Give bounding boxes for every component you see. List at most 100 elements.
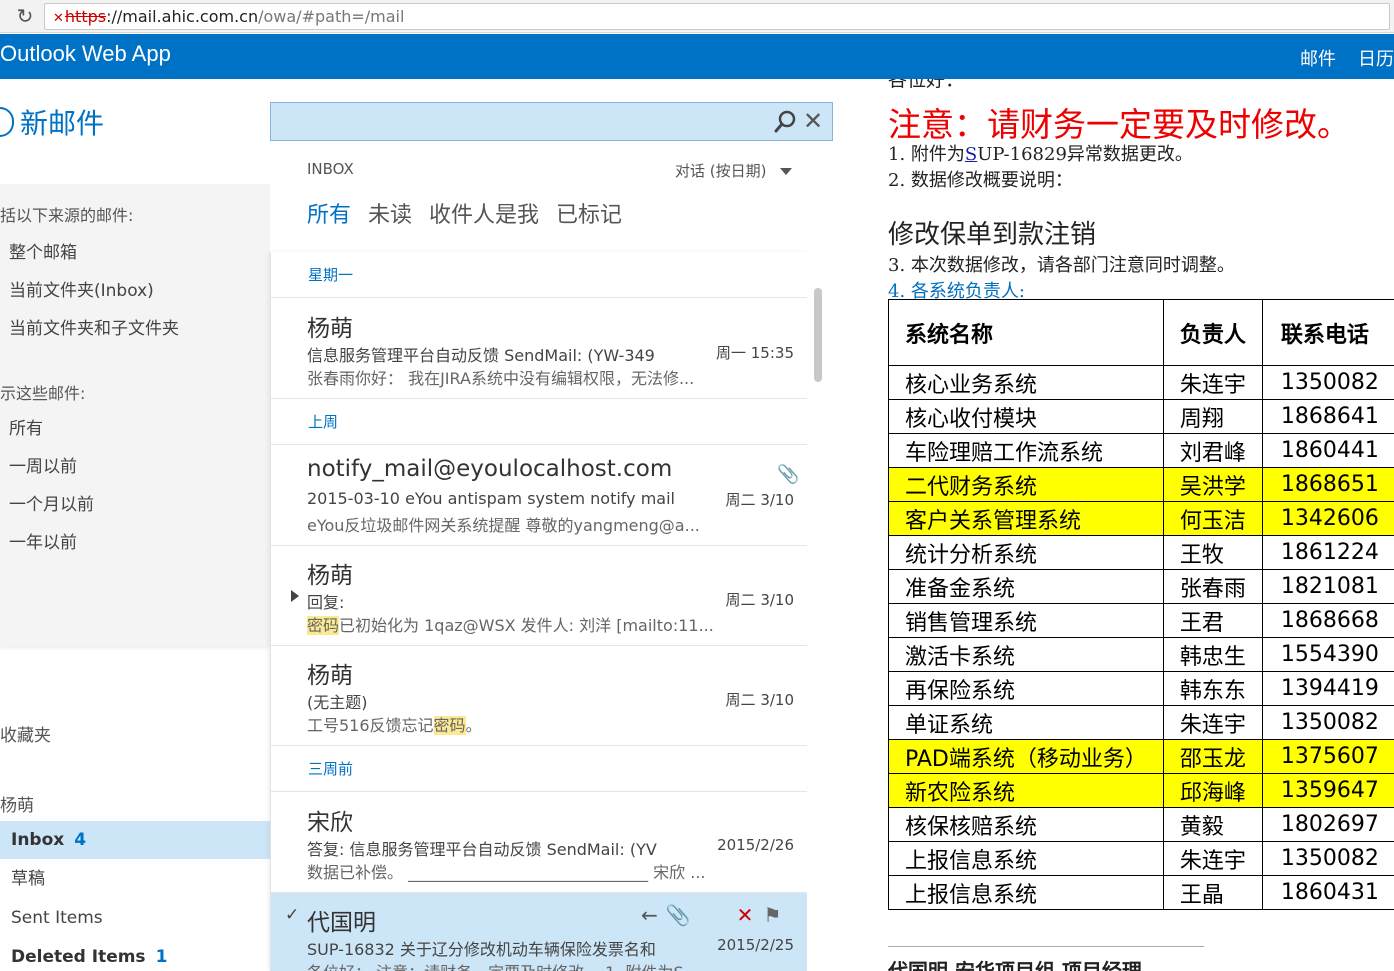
message-sender: 宋欣 xyxy=(307,810,353,836)
owner-cell: 周翔 xyxy=(1162,399,1263,434)
table-row: PAD端系统（移动业务） 邵玉龙 1375607 xyxy=(888,739,1394,774)
phone-cell: 1868668 xyxy=(1261,603,1394,638)
url-scheme: https xyxy=(64,7,107,26)
message-actions: ← 📎 ✕ ⚑ xyxy=(641,903,781,927)
tab-unread[interactable]: 未读 xyxy=(368,203,412,228)
system-name-cell: 客户关系管理系统 xyxy=(888,501,1164,536)
message-subject: 回复: xyxy=(307,593,345,612)
message-item[interactable]: 杨萌 信息服务管理平台自动反馈 SendMail: (YW-349 周一 15:… xyxy=(271,299,807,399)
message-subject: (无主题) xyxy=(307,693,368,712)
reply-icon[interactable]: ← xyxy=(641,903,658,927)
filter-show-heading: 示这些邮件: xyxy=(0,384,86,403)
insecure-icon: ✕ xyxy=(53,11,64,26)
address-bar[interactable]: ✕https://mail.ahic.com.cn/owa/#path=/mai… xyxy=(44,3,1390,30)
phone-cell: 1861224 xyxy=(1261,535,1394,570)
section-heading: 修改保单到款注销 xyxy=(888,220,1097,250)
expand-conversation-icon[interactable] xyxy=(291,590,299,602)
nav-calendar[interactable]: 日历 xyxy=(1358,49,1394,70)
view-filter-tabs: 所有 未读 收件人是我 已标记 xyxy=(307,197,639,229)
current-folder-label: INBOX xyxy=(307,160,354,178)
message-date: 周二 3/10 xyxy=(725,591,794,609)
group-header: 上周 xyxy=(271,399,807,445)
folder-label: 草稿 xyxy=(11,869,45,889)
system-name-cell: 销售管理系统 xyxy=(888,603,1164,638)
filter-time-all[interactable]: 所有 xyxy=(9,414,43,439)
nav-mail[interactable]: 邮件 xyxy=(1300,49,1336,70)
filter-time-week[interactable]: 一周以前 xyxy=(9,452,77,477)
owner-cell: 张春雨 xyxy=(1162,569,1263,604)
message-sender: 代国明 xyxy=(307,910,376,936)
mailbox-owner[interactable]: 杨萌 xyxy=(0,791,34,816)
paperclip-icon: 📎 xyxy=(665,903,691,927)
greeting-text: 各位好： xyxy=(888,79,965,91)
search-input[interactable]: ✕ xyxy=(270,102,833,141)
new-mail-label: 新邮件 xyxy=(20,107,105,140)
phone-cell: 1860441 xyxy=(1261,433,1394,468)
tab-flagged[interactable]: 已标记 xyxy=(556,203,622,228)
filter-entire-mailbox[interactable]: 整个邮箱 xyxy=(9,238,77,263)
message-subject: 2015-03-10 eYou antispam system notify m… xyxy=(307,489,675,508)
filter-folder-and-subfolders[interactable]: 当前文件夹和子文件夹 xyxy=(9,314,179,339)
phone-cell: 1350082 xyxy=(1261,705,1394,740)
body-line: 1. 附件为SUP-16829异常数据更改。 xyxy=(888,140,1193,166)
folder-drafts[interactable]: 草稿 xyxy=(0,860,270,898)
system-name-cell: 新农险系统 xyxy=(888,773,1164,808)
favorites-heading[interactable]: 收藏夹 xyxy=(0,721,51,746)
message-item[interactable]: notify_mail@eyoulocalhost.com 📎 2015-03-… xyxy=(271,446,807,546)
message-date: 2015/2/25 xyxy=(717,936,794,954)
new-mail-button[interactable]: 新邮件 xyxy=(0,103,104,141)
message-item[interactable]: 杨萌 (无主题) 周二 3/10 工号516反馈忘记密码。 xyxy=(271,646,807,746)
table-row: 统计分析系统 王牧 1861224 xyxy=(888,535,1394,570)
table-row: 核心业务系统 朱连宇 1350082 xyxy=(888,365,1394,400)
owner-cell: 王晶 xyxy=(1162,875,1263,910)
app-title: Outlook Web App xyxy=(0,41,171,66)
message-subject: 答复: 信息服务管理平台自动反馈 SendMail: (YV xyxy=(307,840,657,859)
system-name-cell: 核心收付模块 xyxy=(888,399,1164,434)
delete-icon[interactable]: ✕ xyxy=(737,903,754,927)
message-sender: 杨萌 xyxy=(307,663,353,689)
system-name-cell: 核心业务系统 xyxy=(888,365,1164,400)
table-row: 上报信息系统 朱连宇 1350082 xyxy=(888,841,1394,876)
phone-cell: 1350082 xyxy=(1261,841,1394,876)
system-name-cell: 上报信息系统 xyxy=(888,841,1164,876)
group-header: 星期一 xyxy=(271,252,807,298)
search-filter-panel: 括以下来源的邮件: 整个邮箱 当前文件夹(Inbox) 当前文件夹和子文件夹 示… xyxy=(0,184,270,646)
message-subject: 信息服务管理平台自动反馈 SendMail: (YW-349 xyxy=(307,346,655,365)
message-date: 周二 3/10 xyxy=(725,691,794,709)
table-row: 激活卡系统 韩忠生 1554390 xyxy=(888,637,1394,672)
owner-cell: 刘君峰 xyxy=(1162,433,1263,468)
filter-sources-heading: 括以下来源的邮件: xyxy=(0,206,134,225)
preview-text: 工号516反馈忘记 xyxy=(307,716,434,735)
tab-to-me[interactable]: 收件人是我 xyxy=(429,203,539,228)
message-item[interactable]: 宋欣 答复: 信息服务管理平台自动反馈 SendMail: (YV 2015/2… xyxy=(271,793,807,893)
system-name-cell: 车险理赔工作流系统 xyxy=(888,433,1164,468)
folder-deleted-items[interactable]: Deleted Items 1 xyxy=(0,938,270,971)
message-list-scrollbar[interactable] xyxy=(812,260,824,971)
folder-label: Inbox xyxy=(11,830,65,850)
search-icon[interactable] xyxy=(774,110,796,134)
filter-time-year[interactable]: 一年以前 xyxy=(9,528,77,553)
tab-all[interactable]: 所有 xyxy=(307,203,351,228)
folder-sent-items[interactable]: Sent Items xyxy=(0,899,270,937)
flag-icon[interactable]: ⚑ xyxy=(763,903,781,927)
unread-count: 1 xyxy=(155,947,168,967)
message-item[interactable]: 杨萌 回复: 周二 3/10 密码已初始化为 1qaz@WSX 发件人: 刘洋 … xyxy=(271,546,807,646)
message-sender: 杨萌 xyxy=(307,316,353,342)
system-owner-table: 系统名称 负责人 联系电话 核心业务系统 朱连宇 1350082 核心收付模块 周翔 18… xyxy=(888,299,1394,910)
message-item-selected[interactable]: ✓ 代国明 ← 📎 ✕ ⚑ SUP-16832 关于辽分修改机动车辆保险发票名和 20… xyxy=(271,893,807,971)
attachment-link[interactable]: S xyxy=(965,144,977,165)
checkmark-icon[interactable]: ✓ xyxy=(285,905,299,925)
search-highlight: 密码 xyxy=(307,616,340,635)
navigation-pane: 新邮件 括以下来源的邮件: 整个邮箱 当前文件夹(Inbox) 当前文件夹和子文… xyxy=(0,79,270,971)
scrollbar-thumb[interactable] xyxy=(814,288,822,382)
owner-cell: 朱连宇 xyxy=(1162,841,1263,876)
filter-time-month[interactable]: 一个月以前 xyxy=(9,490,94,515)
system-name-cell: 统计分析系统 xyxy=(888,535,1164,570)
phone-cell: 1860431 xyxy=(1261,875,1394,910)
reload-icon[interactable]: ↻ xyxy=(14,4,36,28)
filter-current-folder[interactable]: 当前文件夹(Inbox) xyxy=(9,276,154,301)
message-preview: 工号516反馈忘记密码。 xyxy=(307,712,747,736)
sort-dropdown[interactable]: 对话 (按日期) xyxy=(675,160,793,181)
close-icon[interactable]: ✕ xyxy=(803,108,823,134)
folder-inbox[interactable]: Inbox 4 xyxy=(0,821,270,859)
